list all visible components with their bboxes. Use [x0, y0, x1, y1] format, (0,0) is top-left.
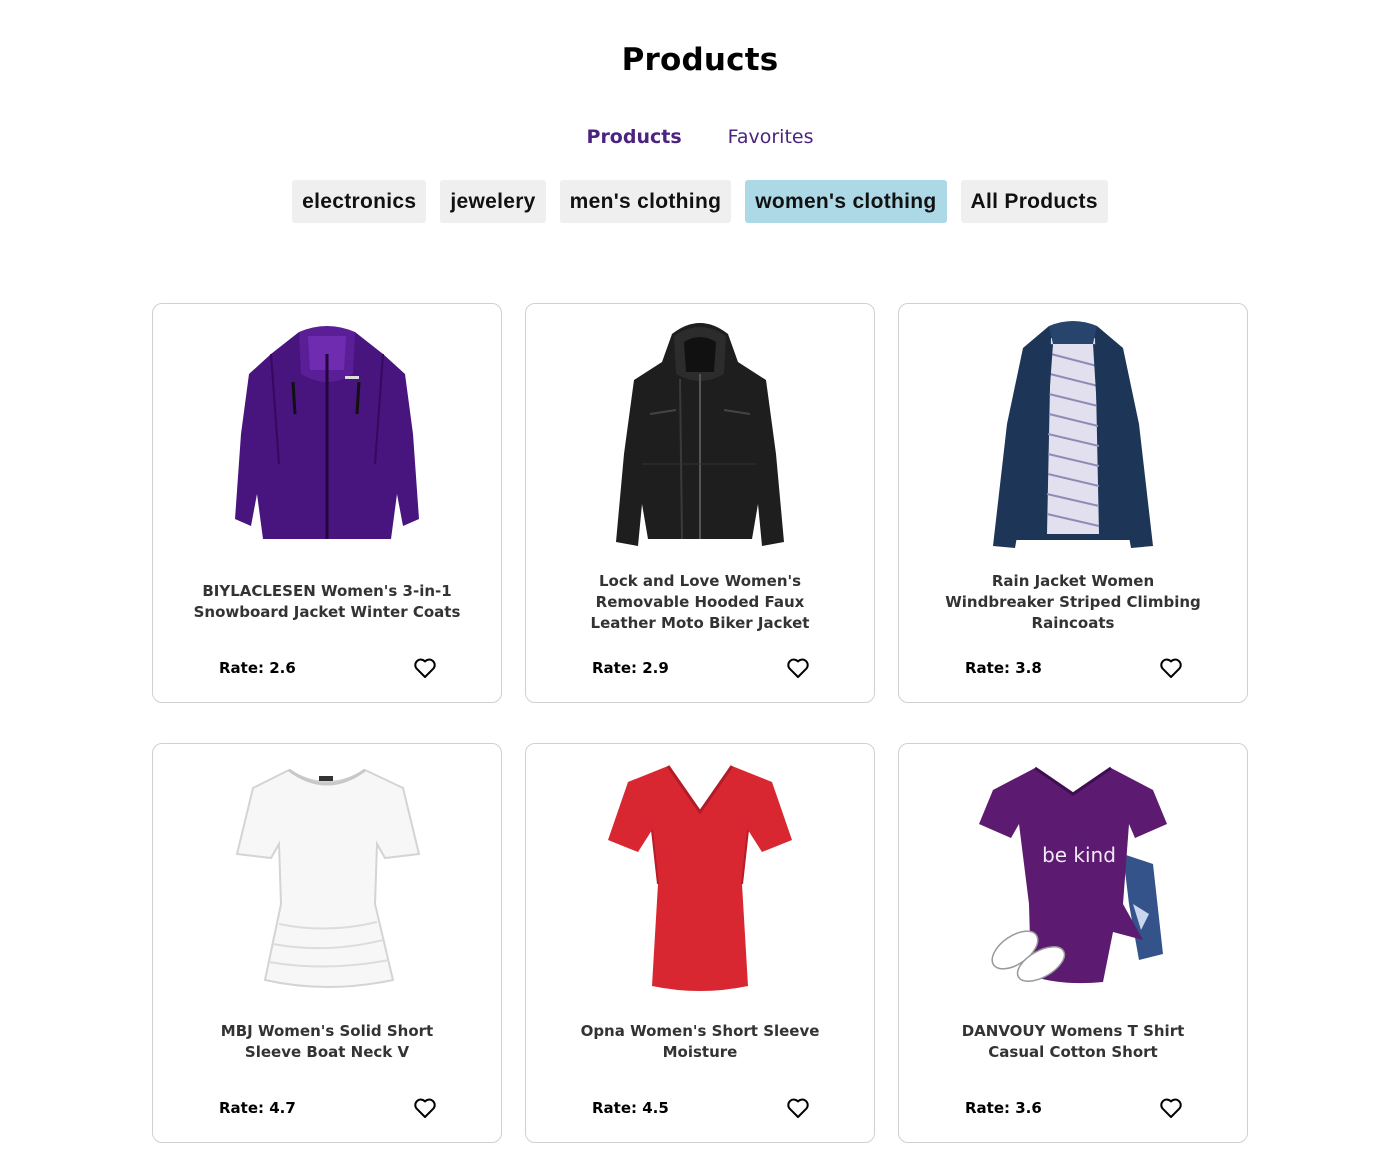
- heart-outline-icon[interactable]: [413, 656, 437, 680]
- category-filters: electronics jewelery men's clothing wome…: [0, 180, 1400, 223]
- product-rate: Rate: 2.9: [592, 659, 669, 677]
- filter-mens-clothing-button[interactable]: men's clothing: [559, 180, 732, 223]
- product-title: MBJ Women's Solid Short Sleeve Boat Neck…: [220, 1022, 434, 1061]
- main-tabs: Products Favorites: [0, 126, 1400, 148]
- product-image-purple-be-kind-tshirt: be kind: [979, 766, 1167, 984]
- product-grid: BIYLACLESEN Women's 3-in-1 Snowboard Jac…: [152, 303, 1248, 1143]
- product-image-red-tshirt: [608, 765, 792, 991]
- product-card[interactable]: Rain Jacket Women Windbreaker Striped Cl…: [898, 303, 1248, 703]
- filter-womens-clothing-button[interactable]: women's clothing: [745, 180, 947, 223]
- heart-outline-icon[interactable]: [786, 1096, 810, 1120]
- product-title: Rain Jacket Women Windbreaker Striped Cl…: [945, 571, 1201, 632]
- product-image-purple-jacket: [235, 326, 419, 539]
- product-title: Opna Women's Short Sleeve Moisture: [580, 1022, 820, 1061]
- product-rate: Rate: 3.8: [965, 659, 1042, 677]
- heart-outline-icon[interactable]: [413, 1096, 437, 1120]
- product-card[interactable]: MBJ Women's Solid Short Sleeve Boat Neck…: [152, 743, 502, 1143]
- tab-products[interactable]: Products: [587, 126, 682, 148]
- heart-outline-icon[interactable]: [1159, 1096, 1183, 1120]
- product-title: BIYLACLESEN Women's 3-in-1 Snowboard Jac…: [193, 582, 461, 621]
- product-image-white-tshirt: [235, 768, 421, 988]
- filter-jewelery-button[interactable]: jewelery: [440, 180, 546, 223]
- tab-favorites[interactable]: Favorites: [728, 126, 814, 148]
- product-card[interactable]: be kind DANVOUY Womens T Shirt Casual Co…: [898, 743, 1248, 1143]
- page-title: Products: [621, 42, 779, 78]
- heart-outline-icon[interactable]: [786, 656, 810, 680]
- product-title: Lock and Love Women's Removable Hooded F…: [590, 571, 810, 632]
- product-rate: Rate: 4.5: [592, 1099, 669, 1117]
- product-rate: Rate: 3.6: [965, 1099, 1042, 1117]
- filter-electronics-button[interactable]: electronics: [292, 180, 427, 223]
- product-image-black-leather-jacket: [616, 323, 784, 546]
- tshirt-print-text: be kind: [1042, 843, 1116, 867]
- product-rate: Rate: 2.6: [219, 659, 296, 677]
- product-card[interactable]: Opna Women's Short Sleeve Moisture Rate:…: [525, 743, 875, 1143]
- filter-all-products-button[interactable]: All Products: [960, 180, 1108, 223]
- product-rate: Rate: 4.7: [219, 1099, 296, 1117]
- product-card[interactable]: BIYLACLESEN Women's 3-in-1 Snowboard Jac…: [152, 303, 502, 703]
- heart-outline-icon[interactable]: [1159, 656, 1183, 680]
- product-card[interactable]: Lock and Love Women's Removable Hooded F…: [525, 303, 875, 703]
- product-title: DANVOUY Womens T Shirt Casual Cotton Sho…: [961, 1022, 1185, 1061]
- product-image-navy-raincoat: [993, 321, 1153, 548]
